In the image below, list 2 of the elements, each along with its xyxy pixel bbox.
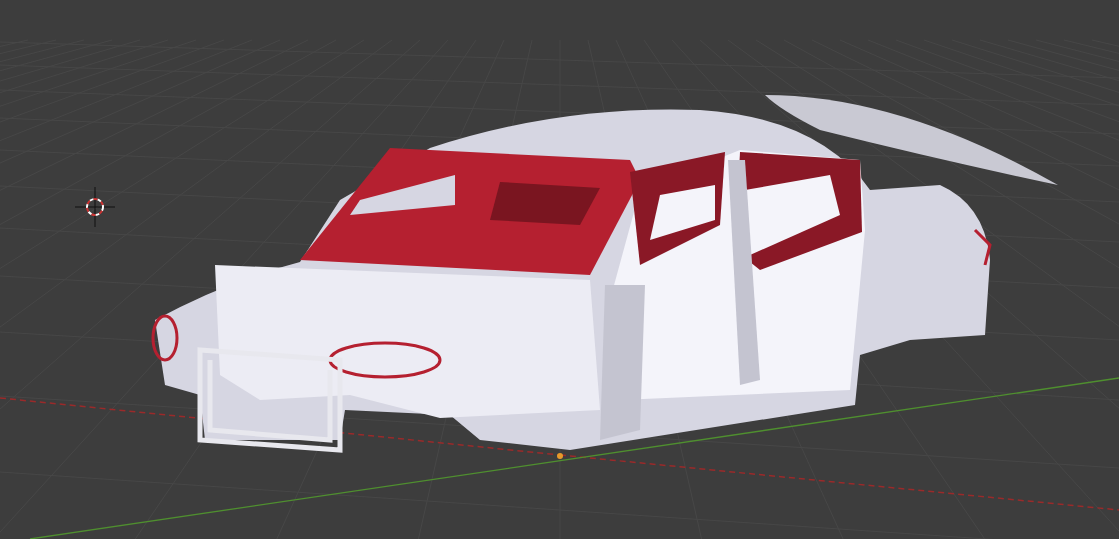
3d-viewport[interactable]	[0, 0, 1119, 539]
3d-cursor-icon[interactable]	[74, 186, 116, 228]
